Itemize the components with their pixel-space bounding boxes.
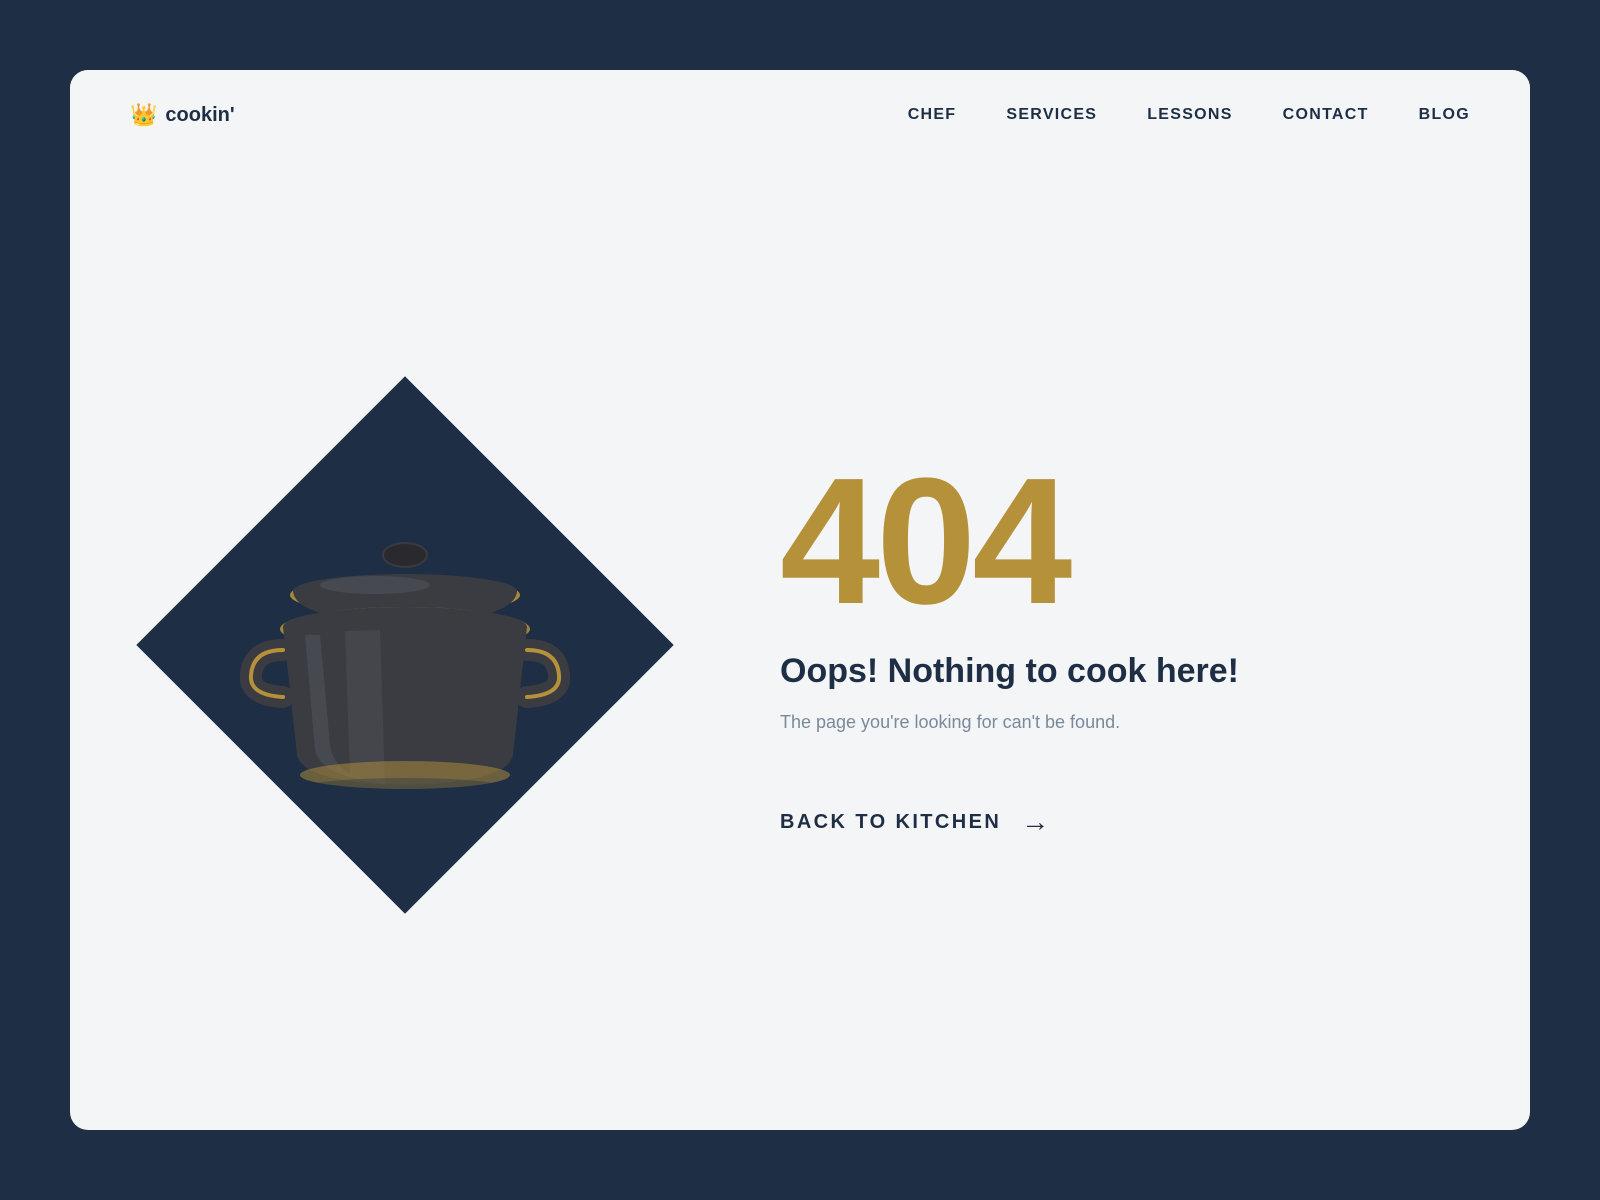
arrow-right-icon: → — [1021, 806, 1049, 838]
illustration-section — [70, 160, 740, 1130]
pot-illustration — [195, 435, 615, 855]
browser-window: 👑 cookin' CHEF SERVICES LESSONS CONTACT … — [70, 70, 1530, 1130]
logo-text: cookin' — [165, 104, 234, 127]
nav-item-services[interactable]: SERVICES — [1006, 106, 1097, 124]
nav-item-contact[interactable]: CONTACT — [1283, 106, 1369, 124]
error-content-section: 404 Oops! Nothing to cook here! The page… — [740, 412, 1530, 878]
pot-svg — [225, 465, 585, 825]
back-button-label: BACK TO KITCHEN — [780, 811, 1001, 834]
main-content: 404 Oops! Nothing to cook here! The page… — [70, 160, 1530, 1130]
chef-hat-icon: 👑 — [130, 102, 157, 128]
nav-item-chef[interactable]: CHEF — [908, 106, 957, 124]
header: 👑 cookin' CHEF SERVICES LESSONS CONTACT … — [70, 70, 1530, 160]
diamond-container — [145, 385, 665, 905]
error-description: The page you're looking for can't be fou… — [780, 709, 1450, 736]
logo[interactable]: 👑 cookin' — [130, 102, 235, 128]
back-to-kitchen-button[interactable]: BACK TO KITCHEN → — [780, 806, 1450, 838]
nav-item-blog[interactable]: BLOG — [1419, 106, 1470, 124]
nav-item-lessons[interactable]: LESSONS — [1147, 106, 1232, 124]
error-title: Oops! Nothing to cook here! — [780, 652, 1450, 691]
error-code: 404 — [780, 452, 1450, 632]
main-nav: CHEF SERVICES LESSONS CONTACT BLOG — [908, 106, 1470, 124]
